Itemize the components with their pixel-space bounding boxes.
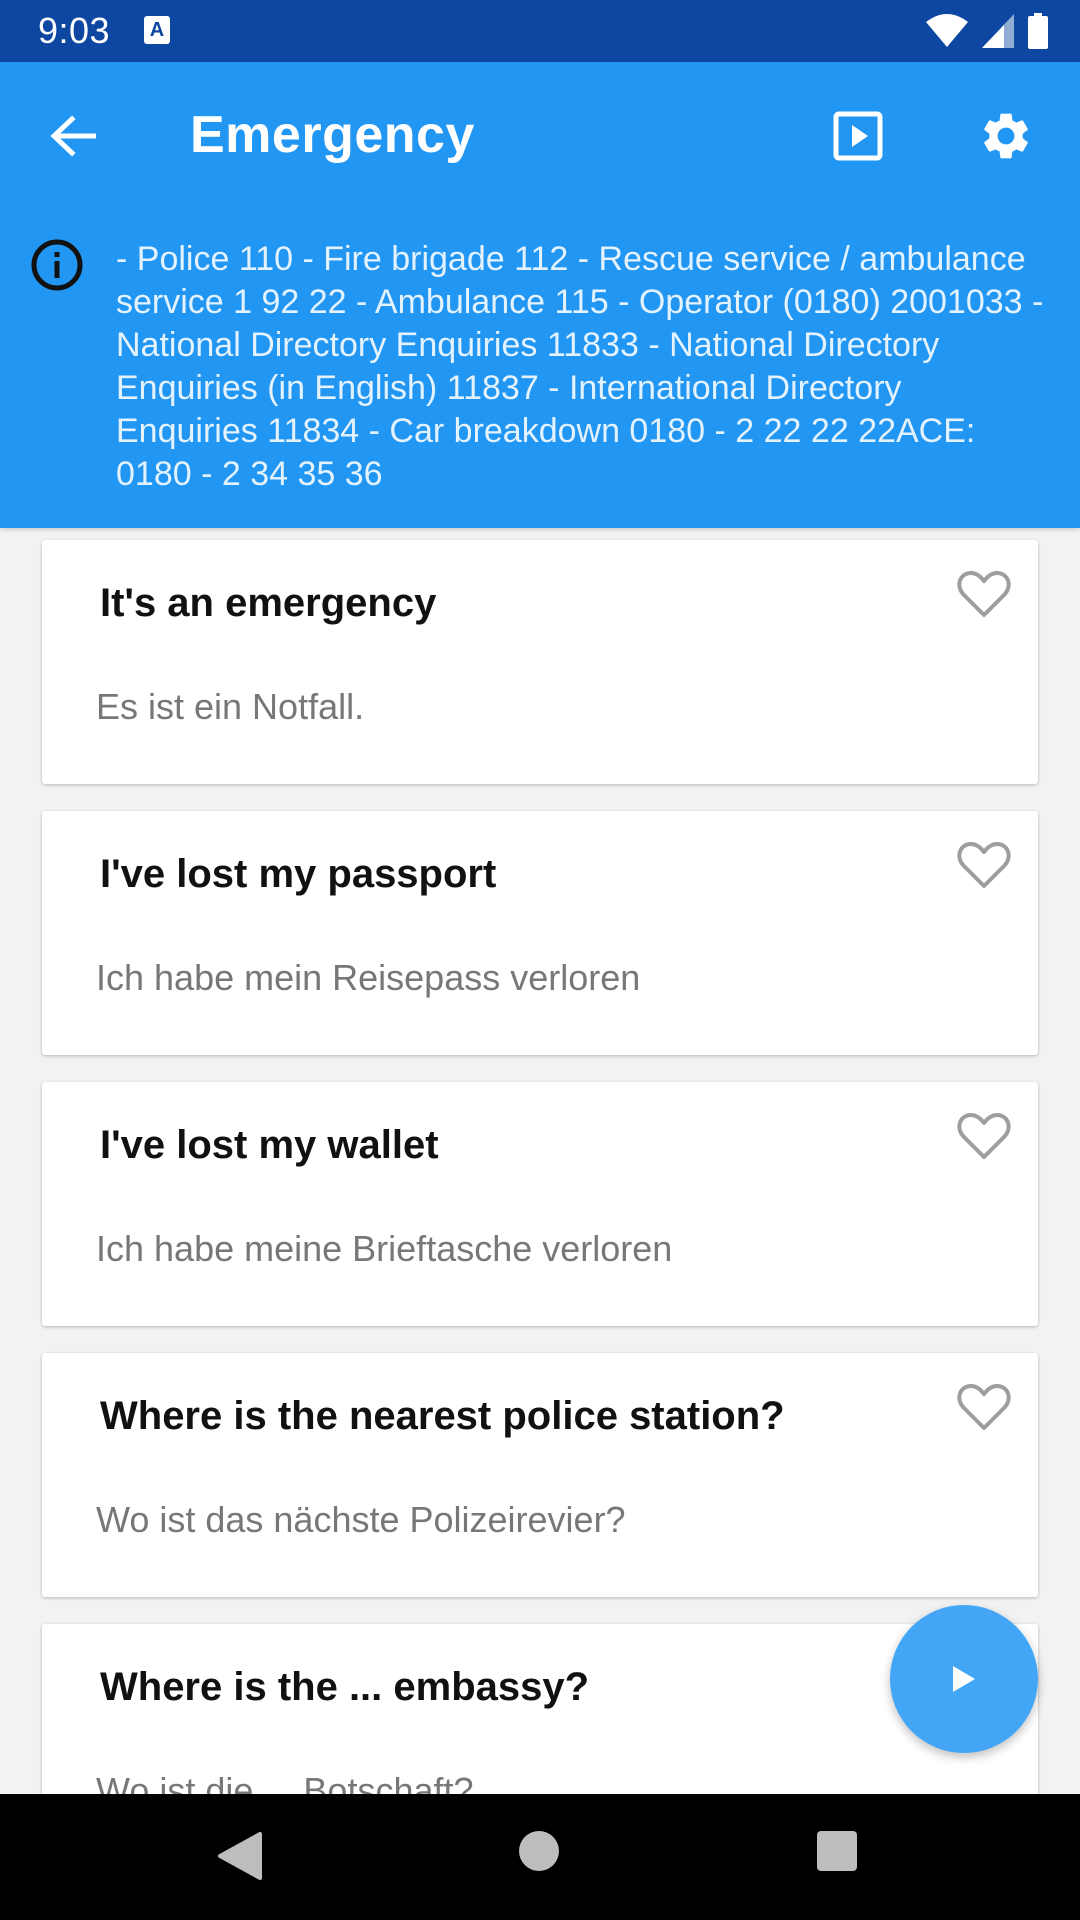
battery-icon bbox=[1028, 13, 1048, 49]
list-item[interactable]: Where is the ... embassy? Wo ist die ...… bbox=[42, 1624, 1038, 1794]
status-bar: 9:03 A bbox=[0, 0, 1080, 62]
phrase-english: Where is the ... embassy? bbox=[100, 1665, 590, 1709]
app-bar: Emergency bbox=[0, 62, 1080, 210]
nav-back-icon[interactable] bbox=[216, 1830, 264, 1882]
phrase-english: It's an emergency bbox=[100, 581, 437, 625]
list-item[interactable]: Where is the nearest police station? Wo … bbox=[42, 1353, 1038, 1597]
heart-icon bbox=[957, 1384, 1011, 1430]
favorite-button[interactable] bbox=[954, 837, 1014, 893]
slideshow-icon bbox=[833, 111, 883, 161]
arrow-left-icon bbox=[50, 115, 96, 157]
heart-icon bbox=[957, 1113, 1011, 1159]
back-button[interactable] bbox=[40, 106, 106, 166]
phrase-german: Ich habe mein Reisepass verloren bbox=[96, 957, 641, 998]
emergency-numbers-text: - Police 110 - Fire brigade 112 - Rescue… bbox=[116, 240, 1044, 493]
signal-icon bbox=[982, 14, 1014, 48]
heart-icon bbox=[957, 842, 1011, 888]
play-icon bbox=[953, 1666, 975, 1692]
heart-icon bbox=[957, 571, 1011, 617]
phrase-german: Wo ist die ... Botschaft? bbox=[96, 1770, 474, 1794]
phrase-english: I've lost my wallet bbox=[100, 1123, 439, 1167]
wifi-icon bbox=[926, 14, 968, 47]
page-title: Emergency bbox=[190, 106, 475, 164]
phrase-english: Where is the nearest police station? bbox=[100, 1394, 785, 1438]
status-time: 9:03 bbox=[38, 10, 111, 51]
list-item[interactable]: It's an emergency Es ist ein Notfall. bbox=[42, 540, 1038, 784]
nav-recents-icon[interactable] bbox=[817, 1831, 857, 1871]
phrase-german: Ich habe meine Brieftasche verloren bbox=[96, 1228, 673, 1269]
phrase-german: Es ist ein Notfall. bbox=[96, 686, 365, 727]
notification-badge: A bbox=[144, 16, 170, 44]
slideshow-button[interactable] bbox=[826, 104, 890, 168]
system-nav-bar bbox=[0, 1794, 1080, 1920]
phrase-german: Wo ist das nächste Polizeirevier? bbox=[96, 1499, 626, 1540]
phrase-list: It's an emergency Es ist ein Notfall. I'… bbox=[0, 528, 1080, 1794]
favorite-button[interactable] bbox=[954, 566, 1014, 622]
list-item[interactable]: I've lost my wallet Ich habe meine Brief… bbox=[42, 1082, 1038, 1326]
info-banner: - Police 110 - Fire brigade 112 - Rescue… bbox=[0, 210, 1080, 528]
play-fab[interactable] bbox=[890, 1605, 1038, 1753]
list-item[interactable]: I've lost my passport Ich habe mein Reis… bbox=[42, 811, 1038, 1055]
settings-button[interactable] bbox=[972, 102, 1040, 170]
info-circle-icon bbox=[31, 239, 83, 291]
gear-icon bbox=[984, 113, 1028, 159]
favorite-button[interactable] bbox=[954, 1379, 1014, 1435]
nav-home-icon[interactable] bbox=[519, 1831, 559, 1871]
favorite-button[interactable] bbox=[954, 1108, 1014, 1164]
status-icons bbox=[926, 12, 1048, 50]
phrase-english: I've lost my passport bbox=[100, 852, 497, 896]
